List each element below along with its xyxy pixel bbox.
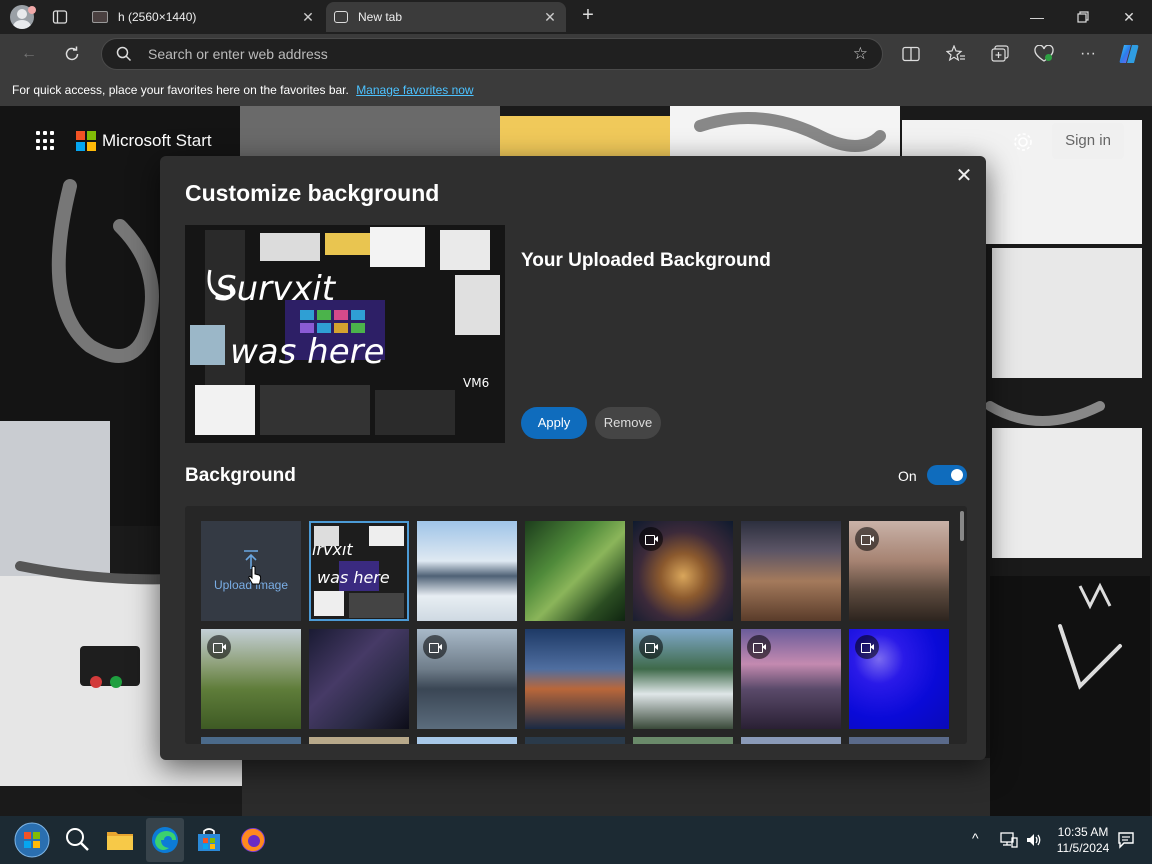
video-camera-icon: [639, 527, 663, 551]
refresh-icon[interactable]: [59, 42, 85, 66]
split-screen-icon[interactable]: [898, 42, 924, 66]
favorites-icon[interactable]: [943, 42, 969, 66]
back-arrow-icon[interactable]: ←: [16, 42, 42, 66]
close-dialog-icon[interactable]: ✕: [954, 166, 974, 186]
new-tab-button[interactable]: +: [576, 4, 600, 28]
thumbnail-forest-path[interactable]: [525, 521, 625, 621]
thumbnail-island-city-night[interactable]: [525, 629, 625, 729]
close-tab-icon[interactable]: ✕: [300, 9, 316, 26]
tab-title: h (2560×1440): [118, 10, 197, 24]
thumbnail-green-mountains[interactable]: [201, 629, 301, 729]
manage-favorites-link[interactable]: Manage favorites now: [356, 83, 473, 97]
apply-button[interactable]: Apply: [521, 407, 587, 439]
thumbnail-row3-5[interactable]: [633, 737, 733, 744]
app-launcher-icon[interactable]: [36, 131, 56, 151]
favorites-bar: For quick access, place your favorites h…: [0, 74, 1152, 106]
thumbnail-row3-3[interactable]: [417, 737, 517, 744]
dialog-title: Customize background: [185, 180, 440, 206]
close-tab-icon[interactable]: ✕: [542, 9, 558, 26]
thumbnail-misty-cliffs[interactable]: [849, 521, 949, 621]
thumbnail-coral-reef[interactable]: [633, 521, 733, 621]
start-orb-icon[interactable]: [14, 822, 50, 858]
svg-text:was here: was here: [230, 332, 385, 372]
svg-text:Survxit: Survxit: [215, 269, 337, 309]
video-camera-icon: [423, 635, 447, 659]
new-tab-page: Microsoft Start Sign in ✕ Customize back…: [0, 106, 1152, 816]
favorites-bar-message: For quick access, place your favorites h…: [12, 83, 349, 97]
edge-taskbar-icon[interactable]: [149, 824, 181, 856]
microsoft-logo-icon: [76, 131, 96, 151]
favorite-star-icon[interactable]: ☆: [853, 44, 868, 64]
clock[interactable]: 10:35 AM 11/5/2024: [1054, 824, 1112, 856]
background-thumbnail-grid: Upload image ırvxıt was here: [185, 506, 967, 744]
search-icon: [116, 46, 132, 62]
uploaded-background-preview: Survxit was here VM6: [185, 225, 505, 443]
video-camera-icon: [855, 635, 879, 659]
show-hidden-icons-chevron-icon[interactable]: ^: [972, 830, 979, 846]
collections-icon[interactable]: [987, 42, 1013, 66]
thumbnail-milky-way[interactable]: [309, 629, 409, 729]
video-camera-icon: [747, 635, 771, 659]
remove-button[interactable]: Remove: [595, 407, 661, 439]
notifications-icon[interactable]: [1117, 831, 1135, 849]
thumbnail-uploaded-scribble[interactable]: ırvxıt was here: [309, 521, 409, 621]
minimize-icon[interactable]: —: [1014, 0, 1060, 34]
thumbnail-row3-4[interactable]: [525, 737, 625, 744]
clock-date: 11/5/2024: [1056, 841, 1110, 855]
video-camera-icon: [855, 527, 879, 551]
copilot-icon[interactable]: [1117, 42, 1141, 66]
thumbnail-blue-jellyfish[interactable]: [849, 629, 949, 729]
page-settings-gear-icon[interactable]: [1006, 126, 1040, 158]
firefox-taskbar-icon[interactable]: [237, 824, 269, 856]
tab-image[interactable]: h (2560×1440) ✕: [84, 2, 324, 32]
mouse-cursor-icon: [248, 565, 262, 585]
volume-icon[interactable]: [1025, 831, 1043, 849]
more-options-icon[interactable]: ···: [1075, 42, 1101, 66]
microsoft-start-header: Microsoft Start: [36, 128, 212, 154]
video-camera-icon: [207, 635, 231, 659]
microsoft-start-title[interactable]: Microsoft Start: [102, 131, 212, 151]
background-toggle-label: On: [898, 468, 917, 484]
customize-background-dialog: ✕ Customize background Survxit was here …: [160, 156, 986, 760]
upload-image-tile[interactable]: Upload image: [201, 521, 301, 621]
background-toggle[interactable]: [927, 465, 967, 485]
title-bar: h (2560×1440) ✕ New tab ✕ + — ✕: [0, 0, 1152, 34]
background-section-title: Background: [185, 465, 296, 486]
tab-new-tab[interactable]: New tab ✕: [326, 2, 566, 32]
restore-icon[interactable]: [1060, 0, 1106, 34]
grid-scrollbar[interactable]: [960, 511, 964, 541]
new-tab-favicon-icon: [334, 11, 348, 23]
address-bar[interactable]: ☆: [101, 38, 883, 70]
close-window-icon[interactable]: ✕: [1106, 0, 1152, 34]
file-explorer-icon[interactable]: [104, 824, 136, 856]
taskbar: ^ 10:35 AM 11/5/2024: [0, 816, 1152, 864]
network-icon[interactable]: [1000, 831, 1018, 849]
thumbnail-row3-6[interactable]: [741, 737, 841, 744]
thumbnail-row3-2[interactable]: [309, 737, 409, 744]
thumbnail-city-sunset[interactable]: [741, 629, 841, 729]
image-favicon-icon: [92, 11, 108, 23]
thumbnail-waterfall-mountains[interactable]: [633, 629, 733, 729]
svg-text:ırvxıt: ırvxıt: [312, 540, 353, 559]
sign-in-button[interactable]: Sign in: [1052, 123, 1124, 159]
thumbnail-city-skyline-water[interactable]: [417, 629, 517, 729]
browser-essentials-icon[interactable]: [1031, 42, 1057, 66]
screen: h (2560×1440) ✕ New tab ✕ + — ✕ ← ☆: [0, 0, 1152, 864]
address-input[interactable]: [148, 44, 828, 64]
thumbnail-row3-1[interactable]: [201, 737, 301, 744]
store-taskbar-icon[interactable]: [193, 824, 225, 856]
search-taskbar-icon[interactable]: [62, 824, 94, 856]
video-camera-icon: [639, 635, 663, 659]
clock-time: 10:35 AM: [1057, 825, 1109, 839]
uploaded-background-title: Your Uploaded Background: [521, 250, 771, 271]
tab-title: New tab: [358, 10, 403, 24]
svg-text:was here: was here: [317, 568, 390, 587]
browser-toolbar: ← ☆ ···: [0, 34, 1152, 74]
thumbnail-row3-7[interactable]: [849, 737, 949, 744]
tab-actions-icon[interactable]: [48, 6, 72, 28]
thumbnail-desert-dunes[interactable]: [741, 521, 841, 621]
profile-badge: [28, 6, 36, 14]
thumbnail-snowy-mountains[interactable]: [417, 521, 517, 621]
svg-text:VM6: VM6: [463, 376, 489, 390]
